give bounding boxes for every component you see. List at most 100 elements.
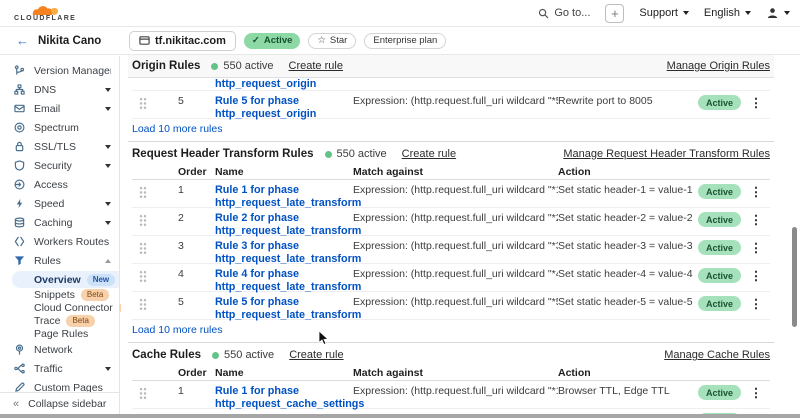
create-rule-link[interactable]: Create rule xyxy=(289,60,343,72)
top-navigation-bar: CLOUDFLARE Go to... + Support English xyxy=(0,0,800,27)
table-row: 2 Rule 2 for phasehttp_request_late_tran… xyxy=(132,208,770,236)
create-rule-link[interactable]: Create rule xyxy=(289,349,343,361)
rule-link[interactable]: Rule 4 for phasehttp_request_late_transf… xyxy=(215,268,353,294)
kebab-menu-icon[interactable]: ⋮ xyxy=(750,387,763,399)
sidebar-item-security[interactable]: Security xyxy=(0,156,119,175)
section-divider xyxy=(128,141,774,142)
rule-expression: Expression: (http.request.full_uri wildc… xyxy=(353,95,558,107)
chevron-down-icon xyxy=(683,11,689,15)
table-row: 3 Rule 3 for phasehttp_request_late_tran… xyxy=(132,236,770,264)
active-count: 550 active xyxy=(337,148,387,160)
chevron-down-icon xyxy=(784,11,790,15)
rule-link[interactable]: Rule 2 for phasehttp_request_late_transf… xyxy=(215,212,353,238)
global-search[interactable]: Go to... xyxy=(538,7,590,19)
collapse-icon: « xyxy=(13,398,19,410)
beta-badge: Beta xyxy=(66,315,94,327)
kebab-menu-icon[interactable]: ⋮ xyxy=(750,298,763,310)
drag-handle[interactable] xyxy=(139,242,147,254)
kebab-menu-icon[interactable]: ⋮ xyxy=(750,242,763,254)
kebab-menu-icon[interactable]: ⋮ xyxy=(750,214,763,226)
rules-overview-content: Origin Rules 550 active Create rule Mana… xyxy=(121,55,800,414)
rule-link[interactable]: http_request_origin xyxy=(215,78,353,91)
sidebar-item-caching[interactable]: Caching xyxy=(0,213,119,232)
back-icon[interactable]: ← xyxy=(16,33,29,48)
star-button[interactable]: ☆ Star xyxy=(308,33,356,49)
user-icon xyxy=(766,7,779,19)
sidebar-item-cloud-connector[interactable]: Cloud Connector Beta xyxy=(12,301,119,314)
version-management-icon xyxy=(13,65,25,77)
sidebar-item-ssl-tls[interactable]: SSL/TLS xyxy=(0,137,119,156)
sidebar-item-speed[interactable]: Speed xyxy=(0,194,119,213)
sidebar-item-snippets[interactable]: Snippets Beta xyxy=(12,288,119,301)
manage-transform-rules-link[interactable]: Manage Request Header Transform Rules xyxy=(563,148,770,160)
collapse-sidebar-button[interactable]: « Collapse sidebar xyxy=(0,392,119,414)
sidebar: Version Management DNS Email Spectrum SS… xyxy=(0,56,120,414)
cloudflare-wordmark: CLOUDFLARE xyxy=(14,15,76,22)
window-bottom-edge xyxy=(0,414,800,418)
rule-link[interactable]: Rule 3 for phasehttp_request_late_transf… xyxy=(215,240,353,266)
zone-name-pill[interactable]: tf.nikitac.com xyxy=(129,31,236,51)
active-status-dot xyxy=(211,63,218,70)
shield-icon xyxy=(13,160,25,172)
sidebar-item-version-management[interactable]: Version Management xyxy=(0,61,119,80)
drag-handle[interactable] xyxy=(139,270,147,282)
chevron-up-icon xyxy=(105,259,111,263)
sidebar-item-access[interactable]: Access xyxy=(0,175,119,194)
section-title: Cache Rules xyxy=(132,349,201,361)
new-badge: New xyxy=(87,274,115,286)
rule-link[interactable]: Rule 5 for phasehttp_request_origin xyxy=(215,95,353,121)
table-column-headers: Order Name Match against Action xyxy=(132,166,770,180)
kebab-menu-icon[interactable]: ⋮ xyxy=(750,97,763,109)
table-row: 4 Rule 4 for phasehttp_request_late_tran… xyxy=(132,264,770,292)
load-more-rules-link[interactable]: Load 10 more rules xyxy=(132,123,770,136)
vertical-scrollbar-thumb[interactable] xyxy=(792,227,797,327)
database-icon xyxy=(13,217,25,229)
search-icon xyxy=(538,8,549,19)
chevron-down-icon xyxy=(105,367,111,371)
sidebar-item-dns[interactable]: DNS xyxy=(0,80,119,99)
active-status-dot xyxy=(325,151,332,158)
lock-icon xyxy=(13,141,25,153)
sidebar-item-overview[interactable]: Overview New xyxy=(12,271,119,288)
spectrum-icon xyxy=(13,122,25,134)
access-icon xyxy=(13,179,25,191)
sidebar-item-network[interactable]: Network xyxy=(0,340,119,359)
lightning-icon xyxy=(13,198,25,210)
status-badge: Active xyxy=(698,385,741,400)
workers-icon xyxy=(13,236,25,248)
sidebar-item-rules[interactable]: Rules xyxy=(0,251,119,270)
sidebar-item-page-rules[interactable]: Page Rules xyxy=(12,327,119,340)
table-row: 5 Rule 5 for phasehttp_request_origin Ex… xyxy=(132,91,770,119)
drag-handle[interactable] xyxy=(139,186,147,198)
drag-handle[interactable] xyxy=(139,298,147,310)
manage-origin-rules-link[interactable]: Manage Origin Rules xyxy=(667,60,770,72)
status-badge: Active xyxy=(698,95,741,110)
sidebar-item-trace[interactable]: Trace Beta xyxy=(12,314,119,327)
active-status-dot xyxy=(212,352,219,359)
support-menu[interactable]: Support xyxy=(639,7,689,19)
rule-link[interactable]: Rule 5 for phasehttp_request_late_transf… xyxy=(215,296,353,322)
sidebar-item-workers-routes[interactable]: Workers Routes xyxy=(0,232,119,251)
rule-link[interactable]: Rule 1 for phasehttp_request_cache_setti… xyxy=(215,385,353,411)
drag-handle[interactable] xyxy=(139,97,147,109)
load-more-rules-link[interactable]: Load 10 more rules xyxy=(132,324,770,337)
table-row: 5 Rule 5 for phasehttp_request_late_tran… xyxy=(132,292,770,320)
manage-cache-rules-link[interactable]: Manage Cache Rules xyxy=(664,349,770,361)
kebab-menu-icon[interactable]: ⋮ xyxy=(750,186,763,198)
add-button[interactable]: + xyxy=(605,4,624,23)
sidebar-item-spectrum[interactable]: Spectrum xyxy=(0,118,119,137)
drag-handle[interactable] xyxy=(139,387,147,399)
rule-link[interactable]: Rule 1 for phasehttp_request_late_transf… xyxy=(215,184,353,210)
status-badge: Active xyxy=(698,212,741,227)
language-menu[interactable]: English xyxy=(704,7,751,19)
table-column-headers: Order Name Match against Action xyxy=(132,367,770,381)
active-count: 550 active xyxy=(224,349,274,361)
active-count: 550 active xyxy=(223,60,273,72)
drag-handle[interactable] xyxy=(139,214,147,226)
kebab-menu-icon[interactable]: ⋮ xyxy=(750,270,763,282)
user-menu[interactable] xyxy=(766,7,790,19)
create-rule-link[interactable]: Create rule xyxy=(402,148,456,160)
sidebar-item-traffic[interactable]: Traffic xyxy=(0,359,119,378)
sidebar-item-email[interactable]: Email xyxy=(0,99,119,118)
cloudflare-logo[interactable]: CLOUDFLARE xyxy=(14,4,76,22)
